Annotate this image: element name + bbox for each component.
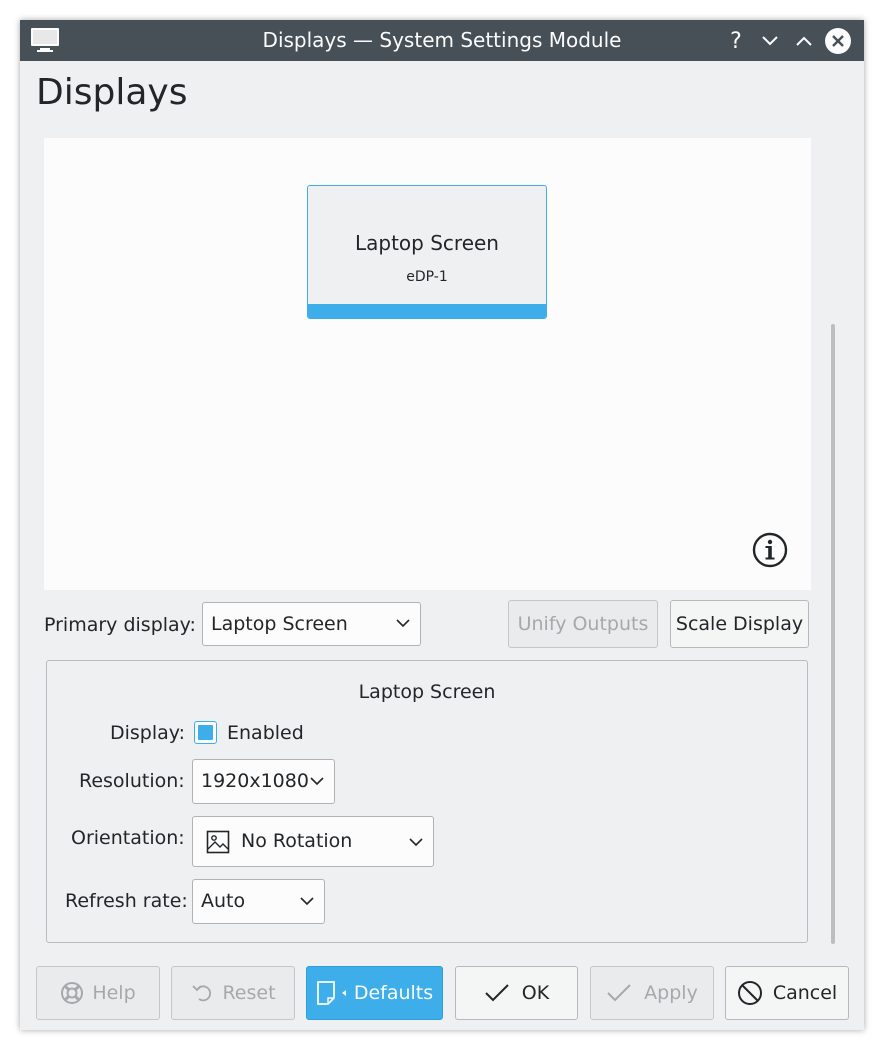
ok-button[interactable]: OK — [455, 966, 578, 1020]
primary-display-combo[interactable]: Laptop Screen — [202, 602, 421, 646]
unify-outputs-label: Unify Outputs — [517, 613, 649, 635]
title-bar[interactable]: Displays — System Settings Module ? — [20, 20, 864, 61]
refresh-rate-combo[interactable]: Auto — [192, 879, 325, 924]
chevron-down-icon — [300, 897, 314, 906]
help-label: Help — [92, 982, 136, 1004]
close-button[interactable] — [823, 26, 853, 56]
undo-icon — [192, 985, 212, 1002]
chevron-down-icon — [409, 838, 423, 847]
refresh-rate-value: Auto — [201, 890, 246, 912]
orientation-combo[interactable]: No Rotation — [192, 816, 434, 867]
display-arrangement-canvas[interactable]: Laptop Screen eDP-1 — [44, 138, 811, 590]
display-enabled-checkbox[interactable] — [194, 721, 217, 744]
page-title: Displays — [36, 72, 188, 113]
apply-label: Apply — [644, 982, 698, 1004]
cancel-icon — [737, 981, 762, 1005]
ok-label: OK — [521, 982, 550, 1004]
primary-display-value: Laptop Screen — [211, 613, 348, 635]
cancel-label: Cancel — [772, 982, 838, 1004]
resolution-value: 1920x1080 — [201, 770, 309, 792]
screen-primary-bar — [308, 304, 546, 318]
check-icon — [607, 984, 631, 1002]
chevron-down-icon — [396, 619, 410, 628]
check-icon — [485, 984, 509, 1002]
help-icon[interactable]: ? — [721, 26, 751, 56]
screen-connector: eDP-1 — [406, 269, 448, 285]
close-icon — [825, 28, 851, 54]
info-icon[interactable] — [752, 532, 788, 568]
chevron-up-icon[interactable] — [789, 26, 819, 56]
settings-window: Displays — System Settings Module ? Disp… — [20, 20, 864, 1030]
scrollbar[interactable] — [831, 324, 835, 944]
unify-outputs-button[interactable]: Unify Outputs — [508, 600, 658, 648]
display-label: Display: — [110, 722, 186, 744]
output-title: Laptop Screen — [358, 681, 496, 703]
screen-name: Laptop Screen — [355, 231, 499, 255]
chevron-down-icon — [310, 777, 324, 786]
image-icon — [206, 830, 230, 854]
screen-tile-laptop[interactable]: Laptop Screen eDP-1 — [307, 185, 547, 319]
resolution-combo[interactable]: 1920x1080 — [192, 759, 335, 804]
help-button[interactable]: Help — [36, 966, 160, 1020]
checkbox-checked-mark — [198, 725, 213, 740]
cancel-button[interactable]: Cancel — [725, 966, 849, 1020]
lifebuoy-icon — [61, 982, 84, 1004]
reset-button[interactable]: Reset — [171, 966, 295, 1020]
scale-display-label: Scale Display — [675, 613, 804, 635]
chevron-down-icon[interactable] — [755, 26, 785, 56]
orientation-label: Orientation: — [71, 827, 185, 849]
defaults-button[interactable]: Defaults — [306, 966, 443, 1020]
apply-button[interactable]: Apply — [590, 966, 714, 1020]
refresh-rate-label: Refresh rate: — [65, 890, 188, 912]
defaults-label: Defaults — [353, 982, 434, 1004]
orientation-value: No Rotation — [241, 830, 353, 852]
display-enabled-label[interactable]: Enabled — [227, 722, 304, 744]
reset-label: Reset — [222, 982, 276, 1004]
scale-display-button[interactable]: Scale Display — [670, 600, 809, 648]
resolution-label: Resolution: — [79, 770, 185, 792]
document-icon — [316, 981, 346, 1005]
primary-display-label: Primary display: — [44, 614, 196, 636]
